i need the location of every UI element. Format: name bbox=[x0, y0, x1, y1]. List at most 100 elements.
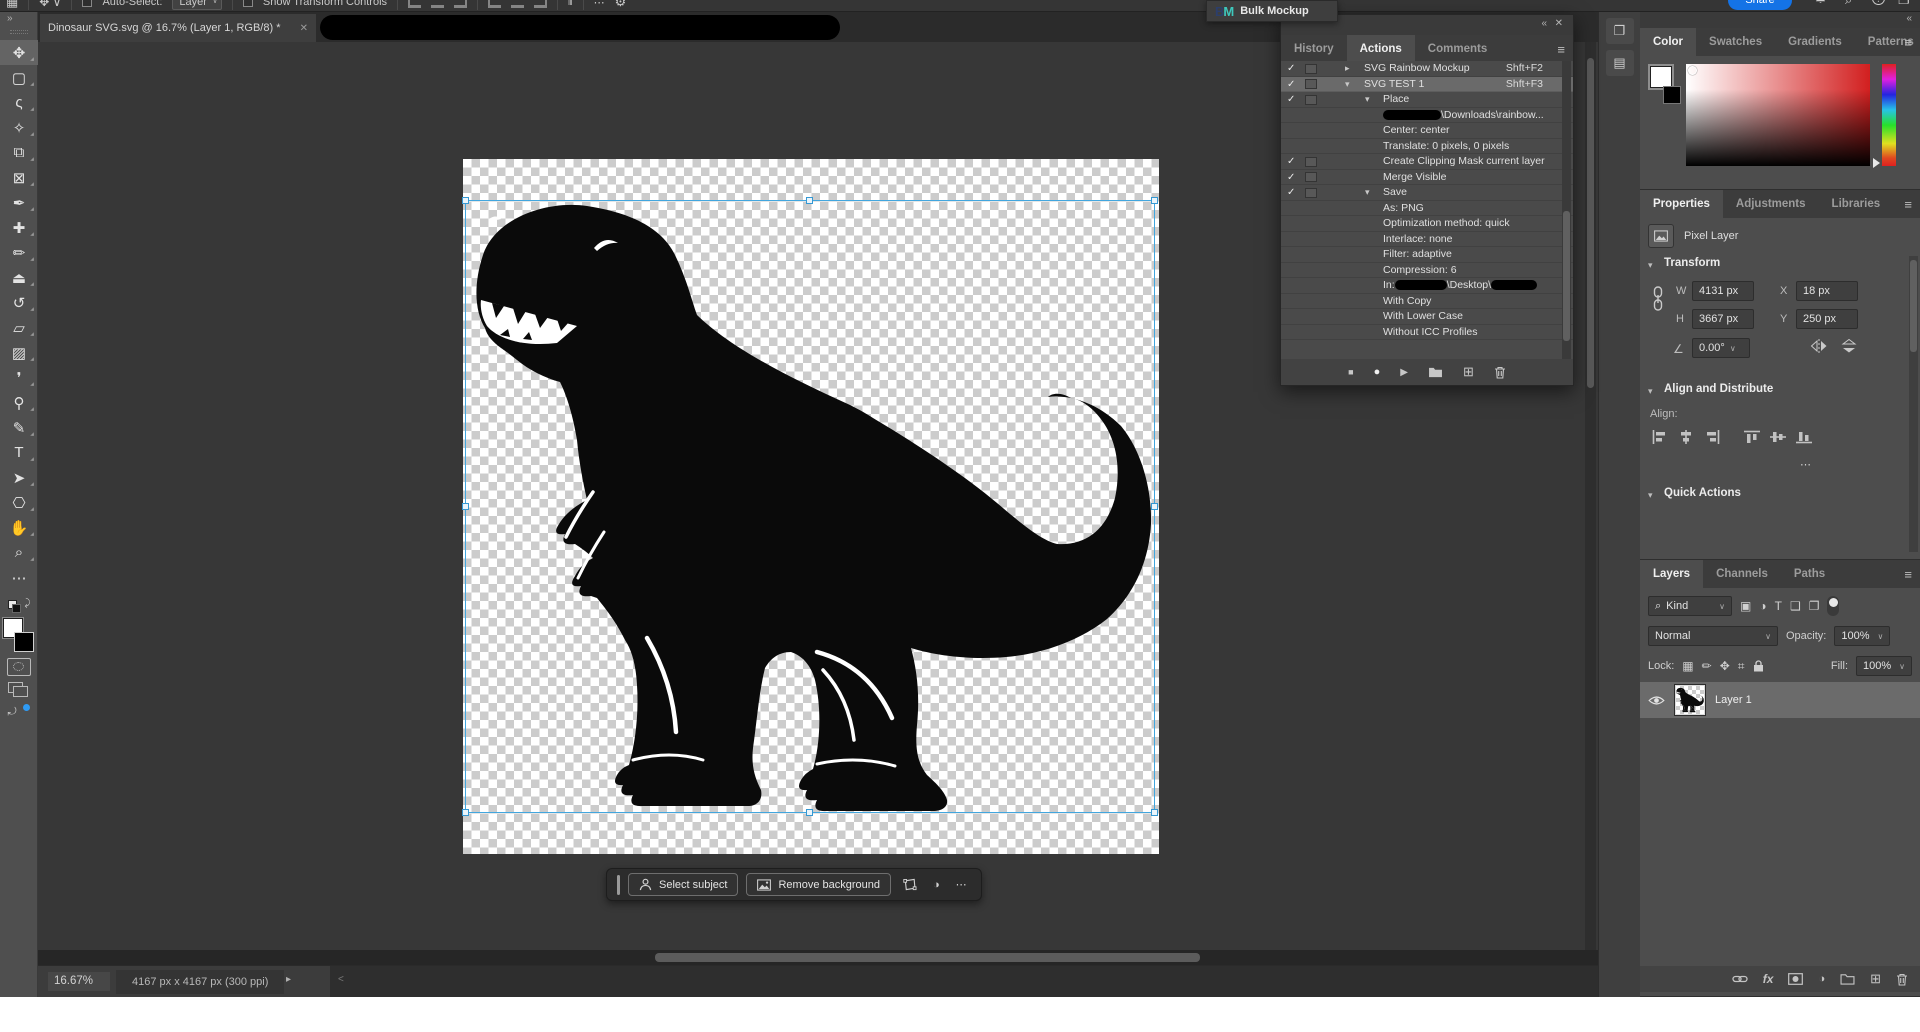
collapse-tools-icon[interactable]: » bbox=[0, 12, 37, 30]
handle-bottom-right[interactable] bbox=[1151, 809, 1158, 816]
actions-scrollbar[interactable] bbox=[1562, 61, 1571, 359]
link-dimensions-icon[interactable] bbox=[1652, 286, 1664, 312]
brush-tool[interactable]: ✏ bbox=[0, 240, 38, 265]
foreground-color-swatch[interactable] bbox=[1648, 64, 1674, 90]
bulk-mockup-window[interactable]: BM Bulk Mockup bbox=[1206, 0, 1338, 22]
collapse-icon[interactable]: ▾ bbox=[1365, 185, 1370, 201]
opacity-field[interactable]: 100% ∨ bbox=[1834, 626, 1891, 646]
tab-properties[interactable]: Properties bbox=[1640, 190, 1723, 218]
align-horizontal-centers-icon[interactable] bbox=[1678, 430, 1694, 444]
horizontal-scroll-thumb[interactable] bbox=[655, 953, 1200, 962]
rectangular-marquee-tool[interactable]: ▢ bbox=[0, 65, 38, 90]
width-field[interactable]: 4131 px bbox=[1692, 281, 1754, 301]
path-selection-tool[interactable]: ➤ bbox=[0, 465, 38, 490]
new-adjustment-layer-icon[interactable]: ◑ bbox=[1818, 973, 1825, 985]
shape-tool[interactable]: ⎔ bbox=[0, 490, 38, 515]
panel-menu-icon[interactable]: ≡ bbox=[1904, 197, 1912, 212]
action-detail-row[interactable]: Compression: 6 bbox=[1281, 263, 1573, 278]
lock-position-icon[interactable]: ✥ bbox=[1720, 659, 1730, 673]
collapse-icon[interactable]: ▾ bbox=[1648, 260, 1653, 271]
tab-comments[interactable]: Comments bbox=[1415, 35, 1500, 63]
ps-home-icon[interactable]: ▦ bbox=[6, 0, 18, 10]
new-layer-icon[interactable]: ⊞ bbox=[1870, 971, 1881, 987]
height-field[interactable]: 3667 px bbox=[1692, 309, 1754, 329]
actions-scroll-thumb[interactable] bbox=[1563, 211, 1570, 341]
document-tab[interactable]: Dinosaur SVG.svg @ 16.7% (Layer 1, RGB/8… bbox=[40, 14, 316, 42]
filter-type-layers-icon[interactable]: T bbox=[1775, 599, 1782, 613]
fill-field[interactable]: 100% ∨ bbox=[1856, 656, 1912, 676]
properties-scrollbar[interactable] bbox=[1909, 256, 1918, 552]
quick-mask-button[interactable] bbox=[6, 658, 31, 676]
panel-menu-icon[interactable]: ≡ bbox=[1904, 35, 1912, 50]
zoom-level-field[interactable]: 16.67% bbox=[48, 972, 110, 991]
layer-thumbnail[interactable] bbox=[1674, 684, 1706, 716]
saturation-brightness-picker[interactable] bbox=[1686, 64, 1870, 166]
color-swatch-pair[interactable] bbox=[1648, 64, 1684, 106]
layer-style-fx-icon[interactable]: fx bbox=[1763, 972, 1774, 986]
align-vertical-centers-icon[interactable] bbox=[1770, 430, 1786, 444]
remove-background-button[interactable]: Remove background bbox=[746, 873, 891, 896]
toggle-item-check[interactable]: ✓ bbox=[1287, 77, 1301, 93]
canvas[interactable] bbox=[462, 159, 1159, 854]
align-left-icon[interactable] bbox=[408, 0, 422, 8]
pen-tool[interactable]: ✎ bbox=[0, 415, 38, 440]
tab-history[interactable]: History bbox=[1281, 35, 1347, 63]
action-detail-row[interactable]: As: PNG bbox=[1281, 201, 1573, 216]
share-image-button[interactable]: ⤾ bbox=[8, 704, 30, 724]
gradient-tool[interactable]: ▨ bbox=[0, 340, 38, 365]
collapse-icon[interactable]: ▾ bbox=[1365, 92, 1370, 108]
align-top-icon[interactable] bbox=[488, 0, 502, 8]
layer-name[interactable]: Layer 1 bbox=[1715, 694, 1752, 706]
tab-paths[interactable]: Paths bbox=[1781, 560, 1838, 588]
search-icon[interactable]: ⌕ bbox=[1845, 0, 1852, 8]
filter-pixel-layers-icon[interactable]: ▣ bbox=[1740, 599, 1751, 613]
blur-tool[interactable]: ❜ bbox=[0, 365, 38, 390]
eraser-tool[interactable]: ▱ bbox=[0, 315, 38, 340]
action-detail-row[interactable]: Translate: 0 pixels, 0 pixels bbox=[1281, 139, 1573, 154]
collapse-dock-icon[interactable]: « bbox=[1906, 13, 1912, 24]
lock-transparency-icon[interactable]: ▦ bbox=[1682, 659, 1693, 673]
handle-bottom-left[interactable] bbox=[462, 809, 469, 816]
background-color-swatch[interactable] bbox=[13, 632, 34, 652]
dialog-toggle[interactable] bbox=[1305, 63, 1317, 74]
layer-visibility-eye-icon[interactable] bbox=[1648, 695, 1665, 706]
dialog-toggle[interactable] bbox=[1305, 79, 1317, 89]
eyedropper-tool[interactable]: ✒ bbox=[0, 190, 38, 215]
action-detail-row[interactable]: Without ICC Profiles bbox=[1281, 325, 1573, 340]
align-middle-icon[interactable] bbox=[511, 0, 525, 8]
status-prev-icon[interactable]: < bbox=[338, 974, 344, 985]
action-step-row[interactable]: ✓ Create Clipping Mask current layer bbox=[1281, 154, 1573, 170]
dialog-toggle[interactable] bbox=[1305, 156, 1317, 167]
action-detail-row[interactable]: With Lower Case bbox=[1281, 309, 1573, 325]
action-step-row[interactable]: ✓ ▾ Save bbox=[1281, 185, 1573, 201]
hue-slider-pointer[interactable] bbox=[1873, 158, 1880, 168]
notifications-bell-icon[interactable] bbox=[1814, 0, 1827, 5]
align-right-icon[interactable] bbox=[454, 0, 468, 8]
more-options-icon[interactable]: ⋯ bbox=[594, 0, 605, 9]
filter-toggle[interactable] bbox=[1827, 596, 1840, 616]
handle-middle-left[interactable] bbox=[462, 502, 469, 510]
toggle-item-check[interactable]: ✓ bbox=[1287, 92, 1301, 108]
action-detail-row[interactable]: Optimization method: quick bbox=[1281, 216, 1573, 232]
handle-top-center[interactable] bbox=[806, 197, 813, 204]
filter-adjustment-layers-icon[interactable]: ◑ bbox=[1759, 599, 1766, 613]
taskbar-more-icon[interactable]: ⋯ bbox=[952, 878, 971, 891]
angle-field[interactable]: 0.00° ∨ bbox=[1692, 338, 1750, 358]
action-detail-row[interactable]: With Copy bbox=[1281, 294, 1573, 309]
collapsed-panel-icon-a[interactable]: ❐ bbox=[1605, 18, 1634, 44]
tab-adjustments[interactable]: Adjustments bbox=[1723, 190, 1819, 218]
action-step-row[interactable]: ✓ Merge Visible bbox=[1281, 170, 1573, 185]
dodge-tool[interactable]: ⚲ bbox=[0, 390, 38, 415]
link-layers-icon[interactable] bbox=[1732, 974, 1748, 984]
horizontal-scrollbar[interactable] bbox=[38, 950, 1598, 965]
taskbar-drag-handle[interactable] bbox=[617, 874, 620, 895]
close-tab-icon[interactable]: ✕ bbox=[300, 23, 308, 34]
delete-layer-icon[interactable] bbox=[1896, 973, 1908, 986]
distribute-icon[interactable]: ⫴ bbox=[568, 0, 573, 9]
action-row-selected[interactable]: ✓ ▾ SVG TEST 1 Shft+F3 bbox=[1281, 76, 1573, 93]
y-field[interactable]: 250 px bbox=[1796, 309, 1858, 329]
move-tool[interactable]: ✥ bbox=[0, 40, 38, 65]
crop-tool[interactable]: ⧉ bbox=[0, 140, 38, 165]
dialog-toggle[interactable] bbox=[1305, 187, 1317, 198]
handle-top-right[interactable] bbox=[1151, 197, 1158, 204]
